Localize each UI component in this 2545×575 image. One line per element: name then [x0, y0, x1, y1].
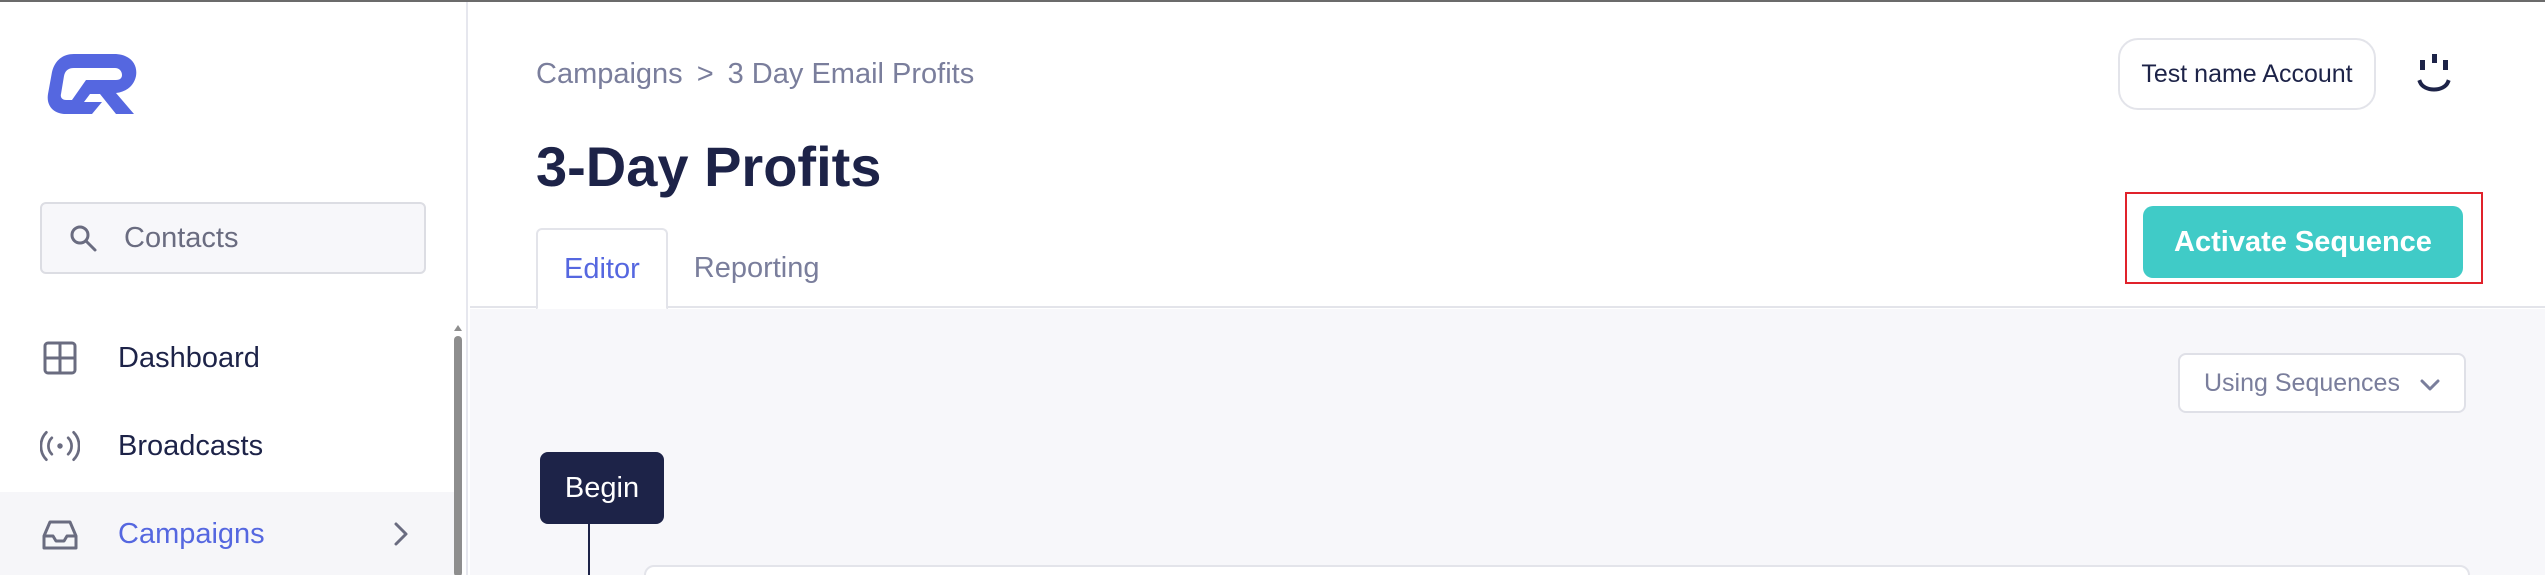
- smiley-face-icon[interactable]: [2410, 52, 2458, 100]
- page-title: 3-Day Profits: [536, 135, 882, 198]
- sidebar-item-label: Broadcasts: [118, 429, 264, 462]
- search-input[interactable]: Contacts: [40, 202, 426, 274]
- sidebar-item-broadcasts[interactable]: Broadcasts: [0, 404, 454, 488]
- tab-reporting[interactable]: Reporting: [668, 228, 846, 308]
- sidebar-item-campaigns[interactable]: Campaigns: [0, 492, 454, 575]
- chevron-right-icon: [386, 519, 416, 549]
- sidebar: Contacts Dashboard Broadcasts Campaigns: [0, 2, 468, 575]
- scrollbar-up-arrow[interactable]: [452, 320, 464, 331]
- sequence-step-card[interactable]: [644, 565, 2470, 575]
- sequence-canvas: Using Sequences Begin: [470, 309, 2545, 575]
- account-button[interactable]: Test name Account: [2118, 38, 2376, 110]
- page-header: Campaigns > 3 Day Email Profits 3-Day Pr…: [470, 2, 2545, 310]
- breadcrumb-campaigns-link[interactable]: Campaigns: [536, 58, 683, 91]
- sidebar-item-label: Dashboard: [118, 341, 260, 374]
- activate-sequence-button[interactable]: Activate Sequence: [2143, 206, 2463, 278]
- app-window: Contacts Dashboard Broadcasts Campaigns …: [0, 0, 2545, 575]
- dropdown-label: Using Sequences: [2204, 368, 2400, 397]
- broadcast-icon: [40, 426, 80, 466]
- using-sequences-dropdown[interactable]: Using Sequences: [2178, 353, 2466, 413]
- inbox-icon: [40, 514, 80, 554]
- flow-connector-line: [588, 524, 590, 575]
- tab-bar: Editor Reporting: [536, 228, 846, 310]
- sidebar-item-label: Campaigns: [118, 517, 265, 550]
- sidebar-item-dashboard[interactable]: Dashboard: [0, 316, 454, 400]
- sidebar-scrollbar[interactable]: [454, 336, 462, 575]
- begin-node[interactable]: Begin: [540, 452, 664, 524]
- breadcrumb-separator: >: [696, 58, 714, 90]
- breadcrumb-current: 3 Day Email Profits: [727, 58, 975, 90]
- search-placeholder: Contacts: [124, 221, 239, 254]
- grid-icon: [40, 338, 80, 378]
- search-icon: [66, 221, 100, 255]
- breadcrumb: Campaigns > 3 Day Email Profits: [536, 58, 974, 91]
- tab-editor[interactable]: Editor: [536, 228, 668, 310]
- chevron-down-icon: [2418, 373, 2442, 397]
- logo-icon[interactable]: [44, 50, 144, 118]
